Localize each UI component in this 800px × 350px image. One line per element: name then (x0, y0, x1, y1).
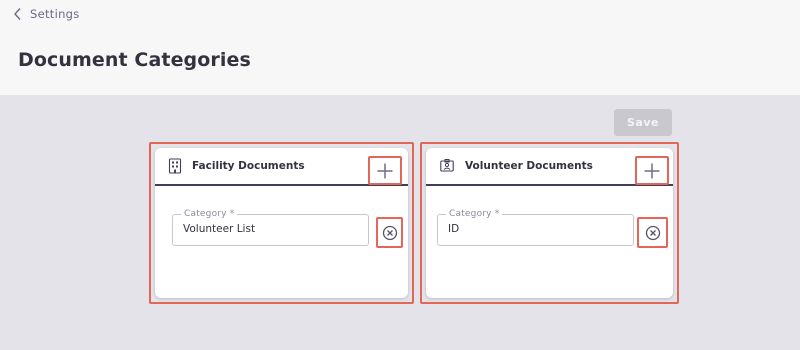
chevron-left-icon (14, 8, 21, 20)
category-field-label: Category * (181, 208, 238, 220)
volunteer-documents-panel: Volunteer Documents Category * ID (420, 142, 679, 304)
building-icon (168, 158, 182, 174)
add-category-button[interactable] (368, 156, 402, 185)
save-button[interactable]: Save (614, 109, 672, 136)
add-category-button[interactable] (635, 156, 669, 185)
id-badge-icon (440, 159, 454, 172)
remove-category-button[interactable] (637, 217, 668, 248)
card-title: Facility Documents (192, 160, 305, 172)
category-input[interactable]: Category * Volunteer List (172, 208, 369, 246)
close-circle-icon (645, 225, 660, 240)
page-title: Document Categories (18, 49, 251, 71)
plus-icon (377, 163, 393, 178)
page-header: Settings Document Categories (0, 0, 800, 95)
close-circle-icon (382, 225, 397, 240)
plus-icon (644, 163, 660, 178)
category-input[interactable]: Category * ID (437, 208, 634, 246)
category-field-value: ID (448, 223, 460, 235)
remove-category-button[interactable] (376, 217, 403, 248)
back-to-settings-link[interactable]: Settings (12, 5, 80, 23)
facility-documents-panel: Facility Documents Category * Volunteer … (149, 142, 414, 304)
category-field-label: Category * (446, 208, 503, 220)
category-field-value: Volunteer List (183, 223, 256, 235)
back-link-label: Settings (30, 7, 80, 21)
card-title: Volunteer Documents (465, 160, 593, 172)
